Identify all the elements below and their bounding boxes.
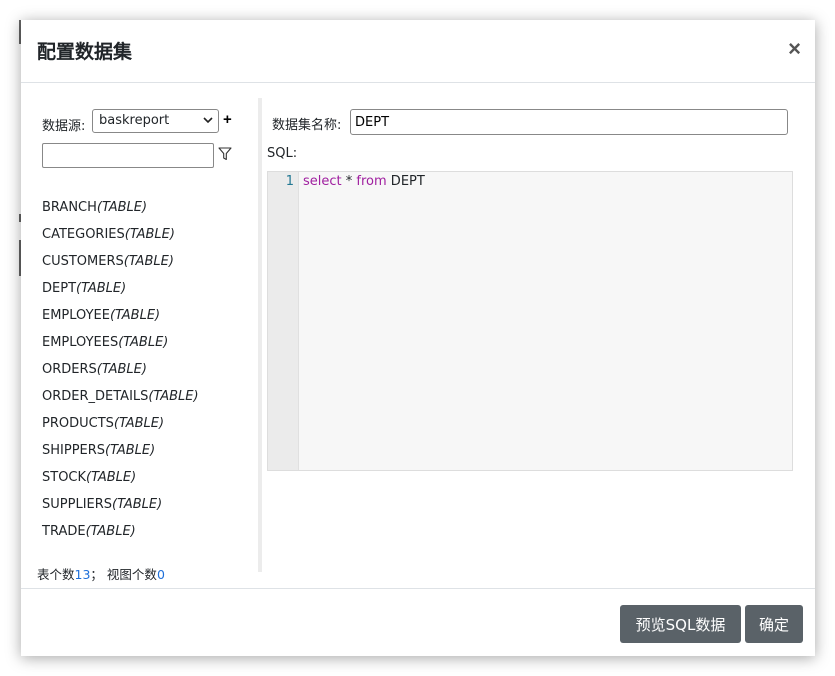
close-button[interactable]: × <box>788 38 801 60</box>
datasource-selected-value: baskreport <box>99 113 170 128</box>
table-name: ORDER_DETAILS <box>42 389 149 404</box>
table-list-item[interactable]: TRADE(TABLE) <box>42 523 199 550</box>
table-type: (TABLE) <box>76 281 127 296</box>
datasource-select[interactable]: baskreport <box>92 109 219 133</box>
table-name: STOCK <box>42 470 87 485</box>
sql-keyword: from <box>356 174 387 189</box>
table-list-item[interactable]: SHIPPERS(TABLE) <box>42 442 199 469</box>
table-name: CUSTOMERS <box>42 254 124 269</box>
sql-label: SQL: <box>267 146 298 161</box>
table-type: (TABLE) <box>105 443 156 458</box>
table-list-item[interactable]: ORDER_DETAILS(TABLE) <box>42 388 199 415</box>
table-type: (TABLE) <box>96 362 147 377</box>
table-list-item[interactable]: EMPLOYEE(TABLE) <box>42 307 199 334</box>
table-list-item[interactable]: CATEGORIES(TABLE) <box>42 226 199 253</box>
table-name: ORDERS <box>42 362 97 377</box>
table-list-item[interactable]: PRODUCTS(TABLE) <box>42 415 199 442</box>
sql-token: * <box>341 174 357 189</box>
editor-gutter: 1 <box>268 172 299 470</box>
dataset-name-input[interactable] <box>350 109 788 135</box>
stats-separator: ； <box>90 567 103 582</box>
datasource-label: 数据源: <box>42 119 86 134</box>
configure-dataset-dialog: 配置数据集 × 数据源: baskreport + BRANCH(TABLE) C… <box>21 20 815 656</box>
table-type: (TABLE) <box>148 389 199 404</box>
table-name: TRADE <box>42 524 86 539</box>
sql-keyword: select <box>303 174 342 189</box>
table-list-item[interactable]: BRANCH(TABLE) <box>42 199 199 226</box>
table-list-item[interactable]: STOCK(TABLE) <box>42 469 199 496</box>
table-type: (TABLE) <box>85 524 136 539</box>
table-view-stats: 表个数13； 视图个数0 <box>37 564 165 583</box>
table-name: SHIPPERS <box>42 443 106 458</box>
table-type: (TABLE) <box>124 227 175 242</box>
view-count-value: 0 <box>156 567 165 582</box>
preview-sql-button[interactable]: 预览SQL数据 <box>620 605 741 643</box>
table-list-item[interactable]: ORDERS(TABLE) <box>42 361 199 388</box>
dataset-name-label: 数据集名称: <box>272 118 342 133</box>
table-type: (TABLE) <box>109 308 161 323</box>
table-name: PRODUCTS <box>42 416 114 431</box>
add-datasource-button[interactable]: + <box>223 111 232 128</box>
datasource-panel: 数据源: baskreport + BRANCH(TABLE) CATEGORIE… <box>21 98 262 582</box>
sql-token: DEPT <box>386 174 425 189</box>
table-name: SUPPLIERS <box>42 497 113 512</box>
code-line[interactable]: select * from DEPT <box>303 174 425 189</box>
table-filter-input[interactable] <box>42 143 214 168</box>
table-list-item[interactable]: CUSTOMERS(TABLE) <box>42 253 199 280</box>
table-type: (TABLE) <box>86 470 137 485</box>
table-count-label: 表个数 <box>37 567 75 582</box>
table-name: EMPLOYEES <box>42 335 119 350</box>
dialog-footer: 预览SQL数据 确定 <box>21 588 815 657</box>
confirm-button[interactable]: 确定 <box>745 605 803 643</box>
table-type: (TABLE) <box>96 200 148 215</box>
table-list-item[interactable]: SUPPLIERS(TABLE) <box>42 496 199 523</box>
table-list: BRANCH(TABLE) CATEGORIES(TABLE) CUSTOMERS(… <box>42 199 199 550</box>
table-name: DEPT <box>42 281 77 296</box>
table-name: EMPLOYEE <box>42 308 110 323</box>
table-name: BRANCH <box>42 200 97 215</box>
filter-icon[interactable] <box>218 146 232 161</box>
table-type: (TABLE) <box>112 497 163 512</box>
table-type: (TABLE) <box>113 416 165 431</box>
table-type: (TABLE) <box>118 335 169 350</box>
table-list-item[interactable]: EMPLOYEES(TABLE) <box>42 334 199 361</box>
table-count-value: 13 <box>74 567 91 582</box>
table-name: CATEGORIES <box>42 227 125 242</box>
chevron-down-icon <box>203 113 213 130</box>
dialog-title: 配置数据集 <box>37 41 133 63</box>
table-list-item[interactable]: DEPT(TABLE) <box>42 280 199 307</box>
sql-editor[interactable]: 1 select * from DEPT <box>267 171 793 471</box>
line-number: 1 <box>285 174 294 189</box>
view-count-label: 视图个数 <box>106 567 157 582</box>
table-type: (TABLE) <box>123 254 174 269</box>
dialog-header: 配置数据集 × <box>21 20 815 83</box>
